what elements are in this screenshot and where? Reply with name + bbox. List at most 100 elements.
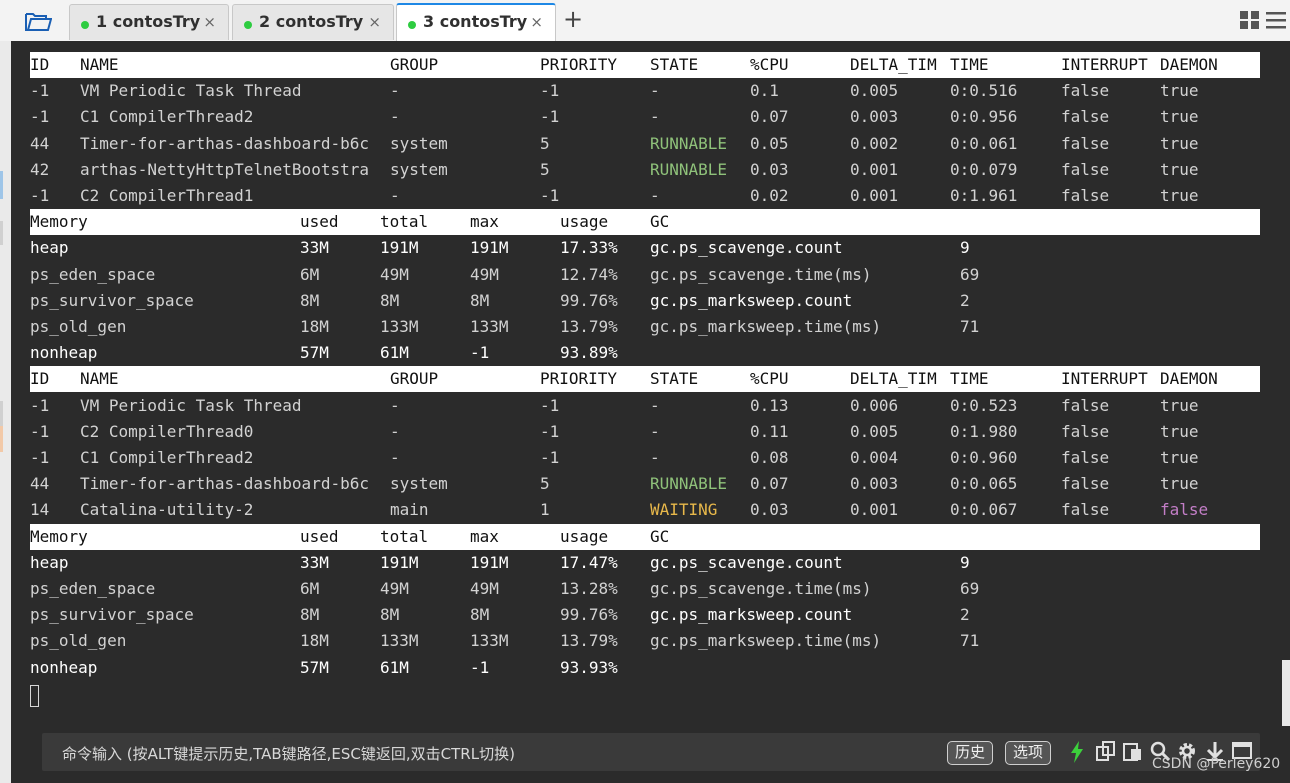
- cell: true: [1160, 159, 1199, 179]
- close-icon[interactable]: ×: [530, 13, 543, 31]
- cell: 14: [30, 500, 50, 520]
- cell: -1: [30, 81, 50, 101]
- cell: WAITING: [650, 500, 718, 520]
- memory-row: heap 33M 191M 191M 17.33% gc.ps_scavenge.coun…: [30, 235, 1260, 261]
- new-tab-button[interactable]: +: [563, 5, 583, 33]
- cell: 0:0.067: [950, 500, 1018, 520]
- tab-2[interactable]: 2 contosTry ×: [232, 4, 394, 40]
- strip-marker: [0, 171, 3, 199]
- cell: 0.004: [850, 448, 899, 467]
- cell: gc.ps_scavenge.count: [650, 238, 843, 258]
- cell: NAME: [80, 369, 119, 389]
- cell: 0:0.079: [950, 159, 1018, 179]
- cell: nonheap: [30, 657, 98, 677]
- cell: 18M: [300, 317, 329, 336]
- cell: GROUP: [390, 55, 439, 74]
- cell: INTERRUPT: [1061, 369, 1148, 389]
- cell: 18M: [300, 631, 329, 651]
- tab-1[interactable]: 1 contosTry ×: [69, 4, 229, 40]
- cell: -1: [470, 343, 490, 363]
- cell: true: [1160, 474, 1199, 494]
- memory-row: nonheap 57M 61M -1 93.89%: [30, 340, 1260, 366]
- cell: true: [1160, 107, 1199, 127]
- cell: system: [390, 474, 448, 494]
- cell: 0:0.956: [950, 107, 1018, 127]
- cell: 0.003: [850, 474, 899, 494]
- cell: usage: [560, 212, 609, 232]
- cell: -1: [540, 107, 560, 127]
- cell: 133M: [470, 631, 509, 651]
- copy-icon[interactable]: [1096, 741, 1116, 761]
- cell: true: [1160, 421, 1199, 441]
- scrollbar-thumb[interactable]: [1282, 660, 1290, 726]
- command-input[interactable]: 命令输入 (按ALT键提示历史,TAB键路径,ESC键返回,双击CTRL切换): [62, 743, 515, 764]
- cell: -: [390, 395, 400, 415]
- cell: false: [1061, 448, 1110, 467]
- folder-icon[interactable]: [24, 10, 52, 32]
- thread-row: 44 Timer-for-arthas-dashboard-b6c system 5 R…: [30, 471, 1260, 497]
- cell: true: [1160, 81, 1199, 101]
- cell: gc.ps_scavenge.time(ms): [650, 264, 872, 284]
- tab-bar: 1 contosTry × 2 contosTry × 3 contosTry …: [0, 0, 1290, 41]
- cell: total: [380, 526, 429, 546]
- thread-row: -1 C1 CompilerThread2 - -1 - 0.08 0.004 0:0.960…: [30, 445, 1260, 471]
- cell: -1: [30, 448, 50, 467]
- thread-row: -1 VM Periodic Task Thread - -1 - 0.1 0.005 0:0…: [30, 78, 1260, 104]
- cell: %CPU: [750, 369, 789, 389]
- cell: -: [390, 448, 400, 467]
- cell: -: [650, 395, 660, 415]
- cell: 44: [30, 474, 50, 494]
- memory-row: ps_survivor_space 8M 8M 8M 99.76% gc.ps_marks…: [30, 288, 1260, 314]
- layout-icon[interactable]: [1240, 11, 1260, 29]
- tab-label: 3 contosTry: [423, 12, 528, 31]
- cell: 8M: [300, 605, 320, 625]
- memory-row: heap 33M 191M 191M 17.47% gc.ps_scavenge.coun…: [30, 550, 1260, 576]
- status-dot: [244, 21, 252, 29]
- cell: -1: [540, 395, 560, 415]
- memory-table-header: Memory used total max usage GC: [30, 209, 1260, 236]
- cell: false: [1061, 107, 1110, 127]
- cell: -: [650, 448, 660, 467]
- cell: false: [1061, 81, 1110, 101]
- history-button[interactable]: 历史: [947, 741, 994, 765]
- cell: 13.79%: [560, 631, 618, 651]
- cell: Timer-for-arthas-dashboard-b6c: [80, 133, 369, 153]
- command-bar[interactable]: 命令输入 (按ALT键提示历史,TAB键路径,ESC键返回,双击CTRL切换) …: [42, 733, 1260, 771]
- tab-3[interactable]: 3 contosTry ×: [396, 3, 556, 41]
- cell: -: [650, 186, 660, 205]
- lightning-icon[interactable]: [1070, 741, 1084, 763]
- cell: 61M: [380, 657, 409, 677]
- cell: 61M: [380, 343, 409, 363]
- cell: 0.006: [850, 395, 899, 415]
- cell: total: [380, 212, 429, 232]
- cell: 0.07: [750, 474, 789, 494]
- menu-icon[interactable]: [1266, 11, 1286, 29]
- cell: Memory: [30, 212, 88, 232]
- close-icon[interactable]: ×: [368, 13, 381, 31]
- cell: 13.28%: [560, 579, 618, 598]
- cell: 13.79%: [560, 317, 618, 336]
- cell: false: [1061, 395, 1110, 415]
- cell: 0:0.061: [950, 133, 1018, 153]
- cell: -: [390, 81, 400, 101]
- cell: false: [1061, 159, 1110, 179]
- close-icon[interactable]: ×: [203, 13, 216, 31]
- cell: false: [1061, 186, 1110, 205]
- cell: 0.001: [850, 159, 899, 179]
- options-button[interactable]: 选项: [1005, 741, 1052, 765]
- cell: DAEMON: [1160, 369, 1218, 389]
- cell: 0.08: [750, 448, 789, 467]
- cell: 44: [30, 133, 50, 153]
- cell: false: [1061, 421, 1110, 441]
- cell: RUNNABLE: [650, 159, 728, 179]
- tab-label: 1 contosTry: [96, 12, 201, 31]
- cell: -1: [540, 186, 560, 205]
- cell: C2 CompilerThread0: [80, 421, 254, 441]
- cell: 8M: [470, 290, 490, 310]
- memory-row: ps_eden_space 6M 49M 49M 12.74% gc.ps_scaveng…: [30, 262, 1260, 288]
- paste-icon[interactable]: [1123, 741, 1143, 761]
- cell: 99.76%: [560, 290, 618, 310]
- strip-marker: [0, 401, 3, 429]
- terminal-output[interactable]: 命令输入 (按ALT键提示历史,TAB键路径,ESC键返回,双击CTRL切换) …: [11, 41, 1290, 783]
- cell: 0:0.523: [950, 395, 1018, 415]
